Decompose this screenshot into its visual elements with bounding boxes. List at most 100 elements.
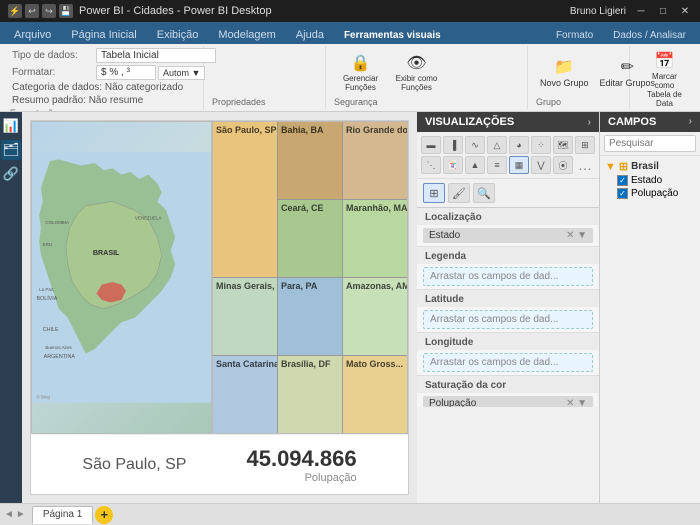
viz-prop-format[interactable]: 🖌 <box>448 183 470 203</box>
redo-button[interactable]: ↪ <box>42 4 56 18</box>
map-visual[interactable]: BRASIL COLOMBIA ERU La Paz, BOLÍVIA CHIL… <box>31 121 212 434</box>
campos-title: CAMPOS <box>608 116 656 128</box>
campos-panel: CAMPOS › ▼ ⊞ Brasil ✓ E <box>600 112 700 503</box>
campos-group-brasil-header[interactable]: ▼ ⊞ Brasil <box>603 159 697 174</box>
viz-icon-kpi[interactable]: ▲ <box>465 156 485 174</box>
marcar-tabela-button[interactable]: 📅 Marcar como Tabela de Data <box>638 48 691 110</box>
visualizations-panel-header: VISUALIZAÇÕES › <box>417 112 599 132</box>
campos-item-estado[interactable]: ✓ Estado <box>603 174 697 187</box>
treemap-label-sp: São Paulo, SP <box>216 125 277 135</box>
saturacao-field[interactable]: Polupação ✕ ▼ <box>423 396 593 407</box>
campos-group-icon: ▼ <box>605 161 616 173</box>
longitude-drop[interactable]: Arrastar os campos de dad... <box>423 353 593 372</box>
viz-panel-arrow[interactable]: › <box>588 117 591 128</box>
viz-icon-treemap[interactable]: ▦ <box>509 156 529 174</box>
tab-ferramentas[interactable]: Ferramentas visuais <box>334 27 451 44</box>
visualizations-title: VISUALIZAÇÕES <box>425 116 514 128</box>
saturacao-section: Saturação da cor Polupação ✕ ▼ <box>417 376 599 407</box>
viz-icon-area[interactable]: △ <box>487 136 507 154</box>
tab-ajuda[interactable]: Ajuda <box>286 26 334 44</box>
user-name: Bruno Ligieri <box>570 6 626 17</box>
nav-arrows: ◄ ► <box>4 509 26 520</box>
viz-and-campos: VISUALIZAÇÕES › ▬ ▐ ∿ △ ◕ ⁘ 🗺 ⊞ ⋱ 🃏 ▲ ≡ <box>417 112 700 503</box>
treemap-label-mg: Minas Gerais, MG <box>216 281 277 291</box>
saturacao-field-label: Polupação <box>429 398 476 407</box>
exibir-como-button[interactable]: 👁 Exibir como Funções <box>390 50 443 94</box>
legenda-drop[interactable]: Arrastar os campos de dad... <box>423 267 593 286</box>
tipo-dados-dropdown[interactable]: Tabela Inicial <box>96 48 216 63</box>
campos-cb-polupacao[interactable]: ✓ <box>617 188 628 199</box>
localizacao-remove[interactable]: ✕ ▼ <box>566 230 587 241</box>
viz-icon-map[interactable]: 🗺 <box>553 136 573 154</box>
tab-formato[interactable]: Formato <box>546 27 603 44</box>
tab-inicial[interactable]: Página Inicial <box>61 26 146 44</box>
viz-icon-card[interactable]: 🃏 <box>443 156 463 174</box>
gerenciar-funcoes-button[interactable]: 🔒 Gerenciar Funções <box>334 50 387 94</box>
formatar-auto[interactable]: Autom ▼ <box>158 66 205 80</box>
nav-report[interactable]: 📊 <box>1 116 21 136</box>
minimize-button[interactable]: ─ <box>634 4 648 18</box>
formatar-value[interactable]: $ % , ³ <box>96 65 156 80</box>
app-title: Power BI - Cidades - Power BI Desktop <box>79 5 272 17</box>
exibir-label: Exibir como Funções <box>394 74 439 92</box>
page-tab-1[interactable]: Página 1 <box>32 506 93 524</box>
viz-icon-funnel[interactable]: ⋁ <box>531 156 551 174</box>
db-icon: ⊞ <box>619 160 628 173</box>
viz-icon-bar[interactable]: ▬ <box>421 136 441 154</box>
legenda-section: Legenda Arrastar os campos de dad... <box>417 247 599 290</box>
viz-left: VISUALIZAÇÕES › ▬ ▐ ∿ △ ◕ ⁘ 🗺 ⊞ ⋱ 🃏 ▲ ≡ <box>417 112 600 503</box>
treemap-cell-ce: Ceará, CE <box>278 200 342 277</box>
viz-config-panel: Localização Estado ✕ ▼ Legenda Arrastar … <box>417 207 599 407</box>
campos-tree: ▼ ⊞ Brasil ✓ Estado ✓ Polupação <box>600 156 700 205</box>
viz-icon-matrix[interactable]: ⋱ <box>421 156 441 174</box>
gerenciar-label: Gerenciar Funções <box>338 74 383 92</box>
ribbon-group-propriedades: Propriedades <box>206 46 326 109</box>
tab-dados[interactable]: Dados / Analisar <box>603 27 696 44</box>
ribbon-toolbar: Tipo de dados: Tabela Inicial Formatar: … <box>0 44 700 112</box>
tipo-dados-label: Tipo de dados: <box>12 50 92 61</box>
viz-icon-slicer[interactable]: ≡ <box>487 156 507 174</box>
nav-data[interactable]: 🗂 <box>1 140 21 160</box>
treemap-cell-df: Brasília, DF <box>278 356 342 433</box>
tab-exibicao[interactable]: Exibição <box>147 26 209 44</box>
campos-item-polupacao[interactable]: ✓ Polupação <box>603 187 697 200</box>
latitude-drop[interactable]: Arrastar os campos de dad... <box>423 310 593 329</box>
canvas-content: BRASIL COLOMBIA ERU La Paz, BOLÍVIA CHIL… <box>30 120 409 495</box>
tab-arquivo[interactable]: Arquivo <box>4 26 61 44</box>
treemap-cell-mg: Minas Gerais, MG <box>213 278 277 355</box>
localizacao-field[interactable]: Estado ✕ ▼ <box>423 228 593 243</box>
title-bar-icons: ⚡ ↩ ↪ 💾 <box>8 4 73 18</box>
treemap-visual[interactable]: São Paulo, SP Bahia, BA Rio Grande do N.… <box>212 121 408 434</box>
undo-button[interactable]: ↩ <box>25 4 39 18</box>
saturacao-remove[interactable]: ✕ ▼ <box>566 398 587 407</box>
nav-right[interactable]: ► <box>16 509 26 520</box>
svg-text:ERU: ERU <box>43 242 52 247</box>
close-button[interactable]: ✕ <box>678 4 692 18</box>
viz-icon-scatter[interactable]: ⁘ <box>531 136 551 154</box>
nav-left[interactable]: ◄ <box>4 509 14 520</box>
campos-label-polupacao: Polupação <box>631 188 678 199</box>
svg-text:VENEZUELA: VENEZUELA <box>135 215 162 220</box>
campos-search-input[interactable] <box>604 135 696 152</box>
treemap-label-ba: Bahia, BA <box>281 125 324 135</box>
maximize-button[interactable]: □ <box>656 4 670 18</box>
viz-icon-more[interactable]: … <box>575 156 595 174</box>
nav-model[interactable]: 🔗 <box>1 164 21 184</box>
campos-cb-estado[interactable]: ✓ <box>617 175 628 186</box>
viz-icon-table[interactable]: ⊞ <box>575 136 595 154</box>
treemap-label-df: Brasília, DF <box>281 359 331 369</box>
viz-icon-col[interactable]: ▐ <box>443 136 463 154</box>
campos-arrow[interactable]: › <box>689 116 692 128</box>
viz-icon-line[interactable]: ∿ <box>465 136 485 154</box>
campos-header: CAMPOS › <box>600 112 700 132</box>
viz-icon-pie[interactable]: ◕ <box>509 136 529 154</box>
novo-grupo-button[interactable]: 📁 Novo Grupo <box>536 54 593 90</box>
viz-prop-analytics[interactable]: 🔍 <box>473 183 495 203</box>
canvas-area: BRASIL COLOMBIA ERU La Paz, BOLÍVIA CHIL… <box>22 112 417 503</box>
viz-prop-fields[interactable]: ⊞ <box>423 183 445 203</box>
treemap-cell-rn: Rio Grande do N... <box>343 122 407 199</box>
viz-icon-gauge[interactable]: ⦿ <box>553 156 573 174</box>
save-button[interactable]: 💾 <box>59 4 73 18</box>
tab-modelagem[interactable]: Modelagem <box>208 26 285 44</box>
add-page-button[interactable]: + <box>95 506 113 524</box>
